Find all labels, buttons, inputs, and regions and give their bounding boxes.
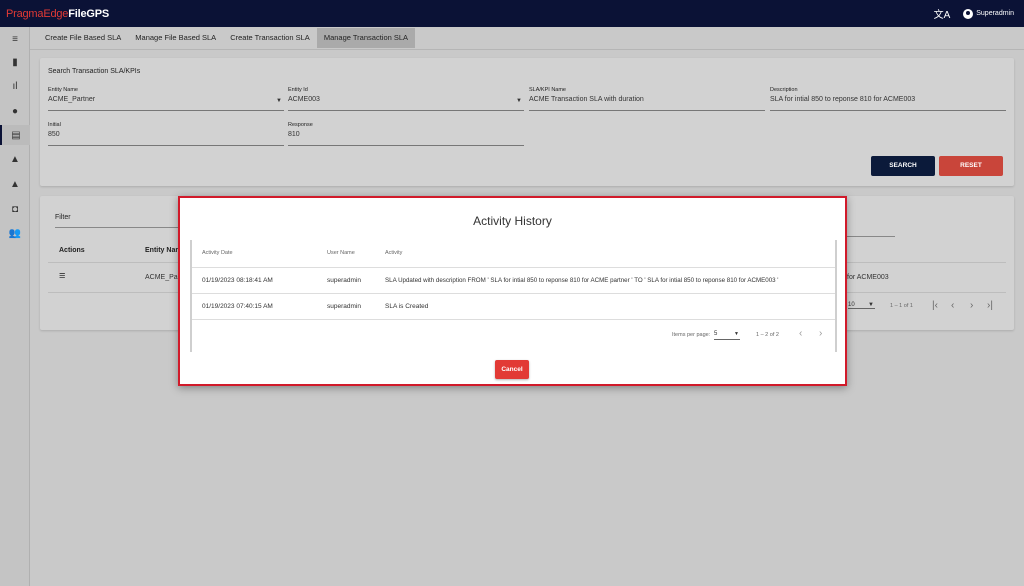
filter-label: Filter bbox=[55, 214, 71, 221]
tab-manage-file-sla[interactable]: Manage File Based SLA bbox=[128, 28, 223, 48]
menu-icon[interactable]: ≡ bbox=[0, 29, 30, 49]
table-row: 01/19/2023 07:40:15 AM superadmin SLA is… bbox=[192, 294, 835, 320]
reset-button[interactable]: RESET bbox=[939, 156, 1003, 176]
column-actions: Actions bbox=[59, 247, 85, 254]
tab-create-transaction-sla[interactable]: Create Transaction SLA bbox=[223, 28, 317, 48]
document-icon[interactable]: ▤ bbox=[0, 125, 30, 145]
entity-id-field[interactable]: Entity Id ACME003 ▼ bbox=[288, 87, 524, 111]
chevron-down-icon: ▼ bbox=[868, 302, 874, 308]
logo-brand: PragmaEdge bbox=[6, 7, 69, 20]
account-circle-icon[interactable]: ● bbox=[0, 101, 30, 121]
app-logo[interactable]: PragmaEdgeFileGPS bbox=[6, 8, 109, 20]
tab-bar: Create File Based SLA Manage File Based … bbox=[38, 28, 416, 48]
filter-underline bbox=[840, 236, 895, 237]
file-icon[interactable]: ▮ bbox=[0, 52, 30, 72]
activity-text: SLA Updated with description FROM ' SLA … bbox=[385, 277, 779, 284]
alert-bell-icon[interactable]: ▲ bbox=[0, 174, 30, 194]
settings-icon[interactable]: ◘ bbox=[0, 199, 30, 219]
entity-name-field[interactable]: Entity Name ACME_Partner ▼ bbox=[48, 87, 284, 111]
page-range: 1 – 1 of 1 bbox=[890, 303, 913, 309]
dialog-paginator: Items per page: 5 ▼ 1 – 2 of 2 ‹ › bbox=[192, 322, 835, 350]
row-entity-name: ACME_Par bbox=[145, 274, 181, 281]
top-bar: PragmaEdgeFileGPS 文A Superadmin bbox=[0, 0, 1024, 27]
activity-date: 01/19/2023 07:40:15 AM bbox=[202, 303, 273, 310]
previous-page-icon[interactable]: ‹ bbox=[799, 328, 802, 339]
search-title: Search Transaction SLA/KPIs bbox=[48, 68, 141, 75]
account-icon[interactable] bbox=[963, 8, 974, 19]
activity-date: 01/19/2023 08:18:41 AM bbox=[202, 277, 273, 284]
chevron-down-icon: ▼ bbox=[516, 98, 522, 104]
sla-name-field[interactable]: SLA/KPI Name ACME Transaction SLA with d… bbox=[529, 87, 765, 111]
row-menu-icon[interactable]: ≡ bbox=[59, 270, 65, 282]
initial-field[interactable]: Initial 850 bbox=[48, 122, 284, 146]
description-field[interactable]: Description SLA for intial 850 to repons… bbox=[770, 87, 1006, 111]
last-page-icon[interactable]: ›| bbox=[987, 300, 993, 311]
chevron-down-icon: ▼ bbox=[734, 331, 739, 337]
filter-input[interactable] bbox=[55, 227, 180, 228]
dialog-title: Activity History bbox=[473, 214, 552, 228]
sidebar: ≡ ▮ ıl ● ▤ ▲ ▲ ◘ 👥 bbox=[0, 27, 30, 586]
next-page-icon[interactable]: › bbox=[970, 300, 973, 311]
users-icon[interactable]: 👥 bbox=[0, 223, 30, 243]
user-name[interactable]: Superadmin bbox=[976, 10, 1014, 17]
user-name: superadmin bbox=[327, 277, 361, 284]
page-size-select[interactable]: 10 ▼ bbox=[848, 302, 875, 309]
next-page-icon[interactable]: › bbox=[819, 328, 822, 339]
column-user-name[interactable]: User Name bbox=[327, 250, 355, 256]
tab-divider bbox=[30, 49, 1024, 50]
table-row: 01/19/2023 08:18:41 AM superadmin SLA Up… bbox=[192, 268, 835, 294]
search-button[interactable]: SEARCH bbox=[871, 156, 935, 176]
bar-chart-icon[interactable]: ıl bbox=[0, 76, 30, 96]
tab-manage-transaction-sla[interactable]: Manage Transaction SLA bbox=[316, 28, 416, 48]
tab-create-file-sla[interactable]: Create File Based SLA bbox=[38, 28, 128, 48]
dialog-page-range: 1 – 2 of 2 bbox=[756, 332, 779, 338]
logo-product: FileGPS bbox=[68, 7, 109, 20]
response-field[interactable]: Response 810 bbox=[288, 122, 524, 146]
translate-icon[interactable]: 文A bbox=[934, 6, 951, 21]
activity-table: Activity Date User Name Activity 01/19/2… bbox=[190, 240, 837, 352]
chevron-down-icon: ▼ bbox=[276, 98, 282, 104]
bell-icon[interactable]: ▲ bbox=[0, 149, 30, 169]
first-page-icon[interactable]: |‹ bbox=[932, 300, 938, 311]
items-per-page-label: Items per page: bbox=[672, 332, 711, 338]
activity-text: SLA is Created bbox=[385, 303, 429, 310]
cancel-button[interactable]: Cancel bbox=[495, 360, 529, 379]
column-entity-name[interactable]: Entity Nam bbox=[145, 247, 182, 254]
user-name: superadmin bbox=[327, 303, 361, 310]
items-per-page-select[interactable]: 5 ▼ bbox=[714, 328, 740, 340]
activity-history-dialog: Activity History Activity Date User Name… bbox=[178, 196, 847, 386]
search-panel: Search Transaction SLA/KPIs Entity Name … bbox=[40, 58, 1014, 186]
previous-page-icon[interactable]: ‹ bbox=[951, 300, 954, 311]
column-activity-date[interactable]: Activity Date bbox=[202, 250, 233, 256]
row-description: for ACME003 bbox=[847, 274, 889, 281]
column-activity[interactable]: Activity bbox=[385, 250, 402, 256]
table-header: Activity Date User Name Activity bbox=[192, 240, 835, 268]
